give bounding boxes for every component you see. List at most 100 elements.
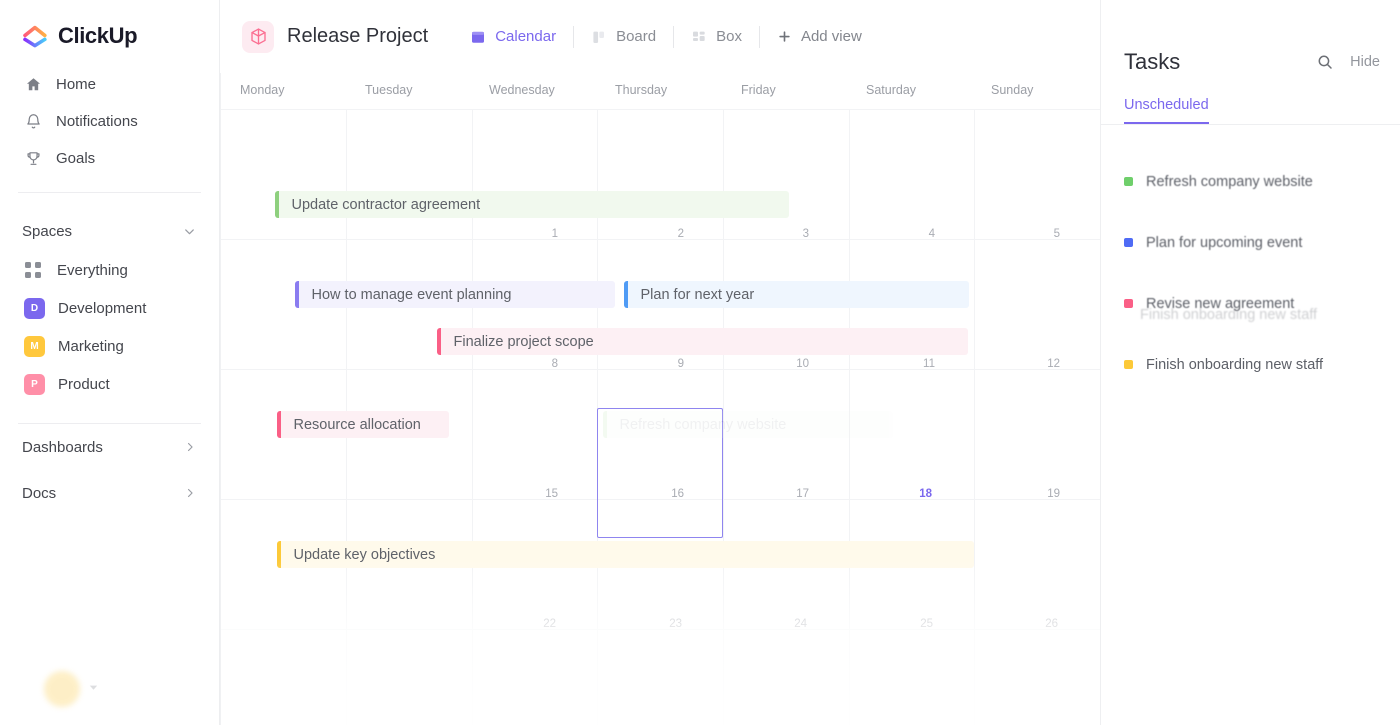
day-number[interactable]: 12 [1000, 358, 1060, 370]
day-header-sunday: Sunday [991, 83, 1034, 97]
list-item[interactable]: Plan for upcoming event [1121, 212, 1380, 273]
chevron-down-icon[interactable] [88, 680, 99, 698]
sidebar-item-goals-label: Goals [56, 150, 96, 167]
tab-board-label: Board [616, 28, 657, 45]
space-avatar-marketing: M [24, 335, 45, 357]
sidebar-item-dashboards[interactable]: Dashboards [0, 424, 219, 470]
bell-icon [24, 113, 42, 131]
toolbar: Release Project Calendar Board Box Add v… [220, 0, 1100, 73]
event-title: Resource allocation [293, 416, 421, 433]
calendar-event-plan-for-next-year[interactable]: Plan for next year [624, 281, 969, 308]
event-title: How to manage event planning [311, 286, 512, 303]
spaces-label: Spaces [22, 222, 73, 240]
chevron-down-icon[interactable] [182, 224, 197, 239]
clickup-logo-icon [22, 23, 48, 49]
status-badge [1124, 177, 1133, 186]
sidebar-item-docs-label: Docs [22, 484, 57, 502]
day-number[interactable]: 24 [747, 618, 807, 630]
tab-unscheduled[interactable]: Unscheduled [1124, 97, 1209, 124]
sidebar-item-everything-label: Everything [57, 261, 128, 279]
status-badge [1124, 360, 1133, 369]
clickup-logo[interactable]: ClickUp [0, 14, 219, 58]
day-number[interactable]: 2 [624, 228, 684, 240]
sidebar-item-home[interactable]: Home [0, 66, 219, 103]
day-number[interactable]: 26 [998, 618, 1058, 630]
calendar-event-ghost-refresh-company-website: Refresh company website [603, 411, 893, 438]
space-avatar-product: P [24, 373, 45, 395]
tab-calendar[interactable]: Calendar [452, 22, 573, 52]
status-badge [1124, 299, 1133, 308]
brand-name: ClickUp [58, 23, 138, 48]
user-avatar-row[interactable] [44, 671, 99, 707]
calendar-bottom-fade [221, 560, 1100, 725]
day-number[interactable]: 19 [1000, 488, 1060, 500]
day-number[interactable]: 25 [873, 618, 933, 630]
day-number[interactable]: 17 [749, 488, 809, 500]
day-number-selected[interactable]: 18 [872, 488, 932, 500]
sidebar-item-everything[interactable]: Everything [0, 251, 219, 289]
event-title: Refresh company website [619, 416, 787, 433]
day-number[interactable]: 11 [875, 358, 935, 370]
sidebar-item-development[interactable]: D Development [0, 289, 219, 327]
task-title-ghost: Finish onboarding new staff [1140, 307, 1318, 323]
day-number[interactable]: 15 [498, 488, 558, 500]
sidebar-item-product[interactable]: P Product [0, 365, 219, 403]
day-number[interactable]: 5 [1000, 228, 1060, 240]
tab-box[interactable]: Box [673, 22, 759, 52]
sidebar-item-goals[interactable]: Goals [0, 140, 219, 177]
sidebar-item-marketing[interactable]: M Marketing [0, 327, 219, 365]
spaces-list: Everything D Development M Marketing P P… [0, 251, 219, 403]
event-title: Update key objectives [293, 546, 436, 563]
calendar-icon [469, 28, 486, 45]
chevron-right-icon[interactable] [183, 486, 197, 500]
day-header-tuesday: Tuesday [365, 83, 413, 97]
sidebar-item-dashboards-label: Dashboards [22, 438, 103, 456]
tab-box-label: Box [716, 28, 742, 45]
box-icon [690, 28, 707, 45]
search-icon[interactable] [1316, 53, 1334, 71]
event-title: Plan for next year [640, 286, 755, 303]
spaces-section-header[interactable]: Spaces [0, 211, 219, 251]
sidebar-item-marketing-label: Marketing [58, 337, 124, 355]
clickup-app: ClickUp Home Notifications Goals Spaces … [0, 0, 1400, 725]
day-header-monday: Monday [240, 83, 285, 97]
plus-icon [776, 28, 793, 45]
list-item[interactable]: Revise new agreement Finish onboarding n… [1121, 273, 1380, 334]
view-tabs: Calendar Board Box Add view [452, 22, 879, 52]
calendar-event-update-key-objectives[interactable]: Update key objectives [277, 541, 974, 568]
list-item[interactable]: Finish onboarding new staff [1121, 334, 1380, 395]
calendar-event-update-contractor-agreement[interactable]: Update contractor agreement [275, 191, 789, 218]
sidebar-item-notifications[interactable]: Notifications [0, 103, 219, 140]
space-avatar-development: D [24, 297, 45, 319]
avatar[interactable] [44, 671, 80, 707]
sidebar-item-docs[interactable]: Docs [0, 470, 219, 516]
tab-calendar-label: Calendar [495, 28, 557, 45]
add-view-button[interactable]: Add view [758, 22, 879, 52]
calendar-day-headers: Monday Tuesday Wednesday Thursday Friday… [221, 73, 1100, 109]
hide-panel-button[interactable]: Hide [1350, 54, 1380, 70]
list-item[interactable]: Refresh company website [1121, 151, 1380, 212]
tab-board[interactable]: Board [573, 22, 673, 52]
calendar-event-resource-allocation[interactable]: Resource allocation [277, 411, 449, 438]
board-icon [590, 28, 607, 45]
day-number[interactable]: 8 [498, 358, 558, 370]
day-number[interactable]: 22 [496, 618, 556, 630]
day-number[interactable]: 23 [622, 618, 682, 630]
calendar-event-how-to-manage-event-planning[interactable]: How to manage event planning [295, 281, 615, 308]
unscheduled-task-list: Refresh company website Plan for upcomin… [1121, 125, 1380, 395]
calendar-event-finalize-project-scope[interactable]: Finalize project scope [437, 328, 968, 355]
day-number[interactable]: 1 [498, 228, 558, 240]
day-number[interactable]: 3 [749, 228, 809, 240]
day-number[interactable]: 4 [875, 228, 935, 240]
chevron-right-icon[interactable] [183, 440, 197, 454]
tasks-panel-header: Tasks Hide [1121, 0, 1380, 96]
project-selector[interactable]: Release Project [242, 20, 429, 53]
sidebar-divider-1 [18, 192, 201, 193]
tasks-panel-actions: Hide [1316, 53, 1380, 71]
day-number[interactable]: 10 [749, 358, 809, 370]
tasks-panel-tabs: Unscheduled [1121, 96, 1380, 124]
event-title: Finalize project scope [453, 333, 594, 350]
page-title: Release Project [287, 25, 429, 47]
day-number[interactable]: 9 [624, 358, 684, 370]
sidebar: ClickUp Home Notifications Goals Spaces … [0, 0, 220, 725]
